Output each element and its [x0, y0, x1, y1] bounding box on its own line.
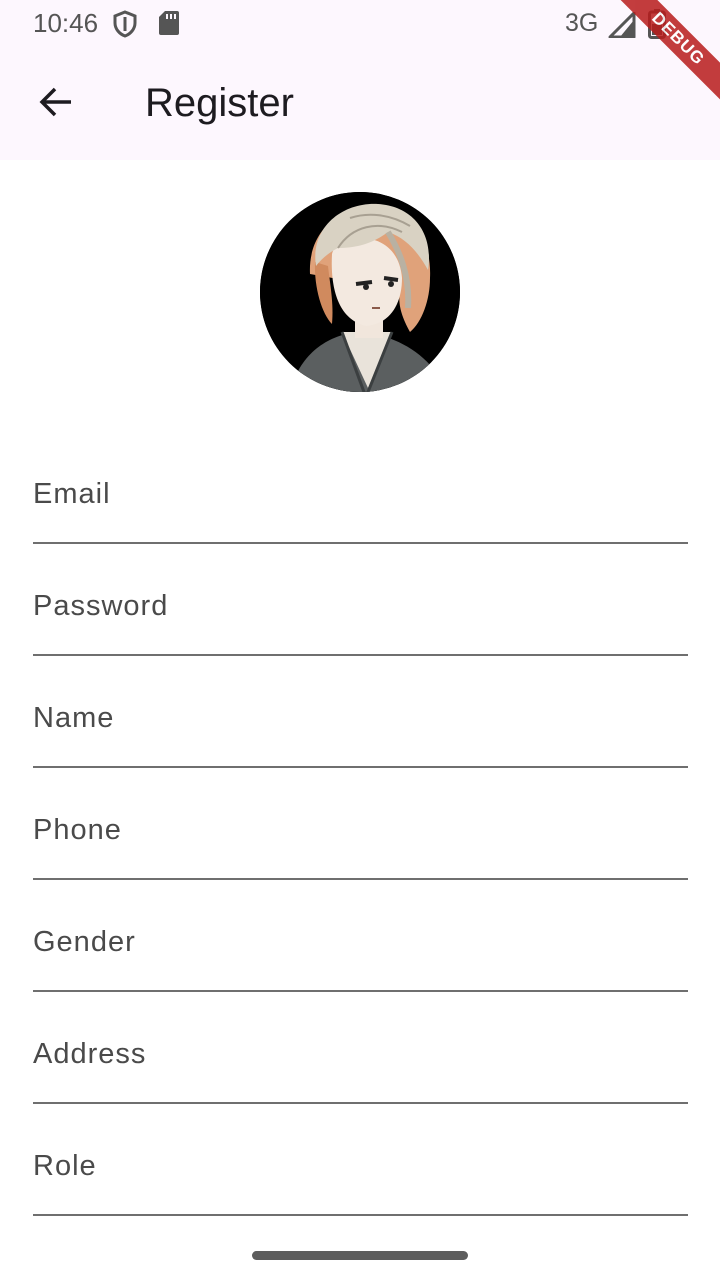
name-field-label: Name — [33, 702, 115, 734]
home-indicator[interactable] — [252, 1251, 468, 1260]
profile-avatar[interactable] — [260, 192, 460, 392]
gender-field[interactable]: Gender — [33, 880, 688, 992]
status-bar: 10:46 3G — [0, 0, 720, 48]
address-field-label: Address — [33, 1038, 147, 1070]
back-button[interactable] — [28, 76, 84, 132]
battery-icon — [648, 9, 666, 44]
signal-icon — [608, 11, 636, 43]
network-type: 3G — [565, 9, 599, 37]
address-field[interactable]: Address — [33, 992, 688, 1104]
page-title: Register — [145, 81, 294, 125]
email-field[interactable]: Email — [33, 432, 688, 544]
role-field[interactable]: Role — [33, 1104, 688, 1216]
password-field[interactable]: Password — [33, 544, 688, 656]
avatar-illustration — [260, 192, 460, 392]
phone-field-label: Phone — [33, 814, 122, 846]
gender-field-label: Gender — [33, 926, 136, 958]
app-bar: Register — [0, 48, 720, 160]
arrow-back-icon — [38, 84, 74, 125]
email-field-label: Email — [33, 478, 111, 510]
status-time: 10:46 — [33, 8, 99, 38]
phone-field[interactable]: Phone — [33, 768, 688, 880]
shield-icon — [112, 10, 138, 43]
name-field[interactable]: Name — [33, 656, 688, 768]
sd-card-icon — [158, 10, 180, 41]
role-field-label: Role — [33, 1150, 97, 1182]
password-field-label: Password — [33, 590, 169, 622]
